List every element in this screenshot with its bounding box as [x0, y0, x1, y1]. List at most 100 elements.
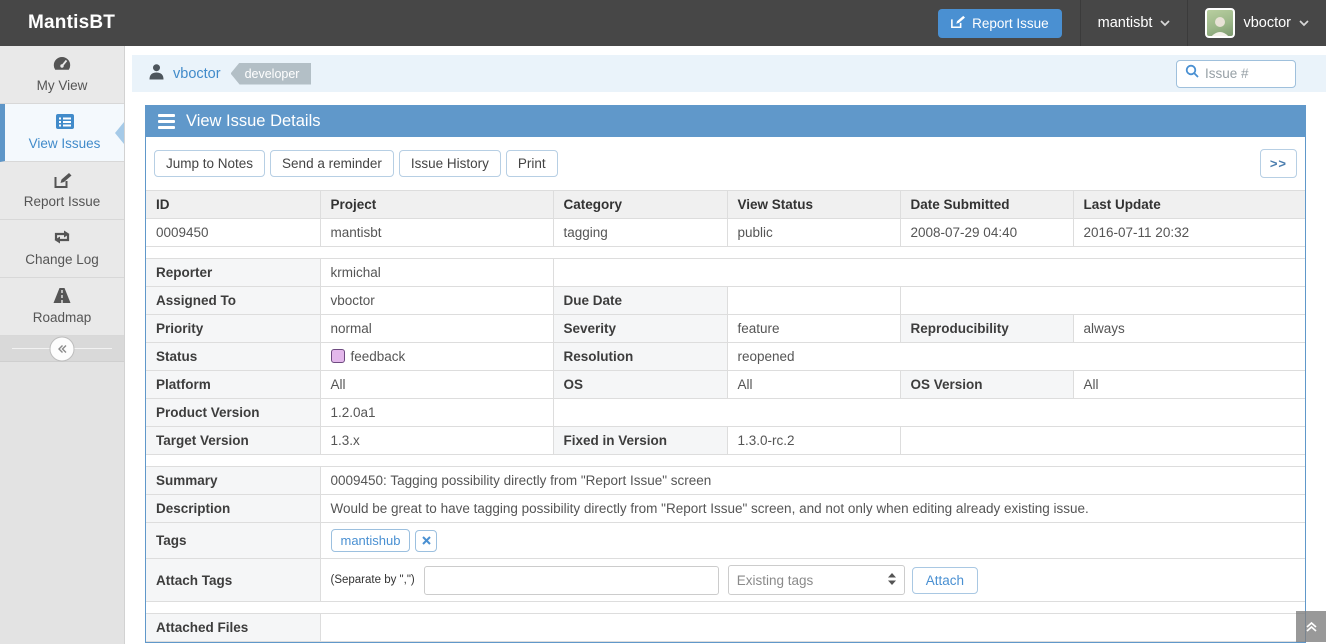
sidebar-item-view-issues[interactable]: View Issues [0, 104, 124, 162]
fixed-in-version-value: 1.3.0-rc.2 [727, 427, 900, 455]
description-label: Description [146, 495, 320, 523]
table-row: Target Version 1.3.x Fixed in Version 1.… [146, 427, 1305, 455]
table-row: Summary 0009450: Tagging possibility dir… [146, 467, 1305, 495]
panel-header: View Issue Details [146, 106, 1305, 137]
top-navbar: MantisBT Report Issue mantisbt vboctor [0, 0, 1326, 46]
sidebar-item-roadmap[interactable]: Roadmap [0, 278, 124, 336]
edit-icon [2, 171, 122, 191]
issue-category: tagging [553, 219, 727, 247]
issue-last-update: 2016-07-11 20:32 [1073, 219, 1305, 247]
edit-pencil-icon [951, 15, 965, 32]
spacer-row [146, 455, 1305, 467]
os-version-value: All [1073, 371, 1305, 399]
os-version-label: OS Version [900, 371, 1073, 399]
attach-button[interactable]: Attach [912, 567, 978, 594]
user-menu[interactable]: vboctor [1188, 0, 1326, 46]
empty-cell [553, 399, 1305, 427]
project-selector[interactable]: mantisbt [1081, 0, 1188, 46]
existing-tags-select[interactable]: Existing tags [728, 565, 905, 595]
table-row: Priority normal Severity feature Reprodu… [146, 315, 1305, 343]
sidebar-background [0, 362, 124, 644]
sidebar-item-my-view[interactable]: My View [0, 46, 124, 104]
fixed-in-version-label: Fixed in Version [553, 427, 727, 455]
sidebar-item-change-log[interactable]: Change Log [0, 220, 124, 278]
table-header-row: ID Project Category View Status Date Sub… [146, 191, 1305, 219]
app-logo[interactable]: MantisBT [0, 12, 115, 34]
resolution-label: Resolution [553, 343, 727, 371]
issue-search-input[interactable] [1205, 66, 1285, 81]
due-date-label: Due Date [553, 287, 727, 315]
tags-label: Tags [146, 523, 320, 559]
priority-label: Priority [146, 315, 320, 343]
summary-value: 0009450: Tagging possibility directly fr… [320, 467, 1305, 495]
user-avatar [1205, 8, 1235, 38]
issue-history-button[interactable]: Issue History [399, 150, 501, 177]
table-row: Tags mantishub [146, 523, 1305, 559]
status-value: feedback [320, 343, 553, 371]
spacer-row [146, 602, 1305, 614]
send-reminder-button[interactable]: Send a reminder [270, 150, 394, 177]
resolution-value: reopened [727, 343, 1305, 371]
platform-label: Platform [146, 371, 320, 399]
breadcrumb: vboctor developer [132, 55, 1326, 92]
breadcrumb-username-link[interactable]: vboctor [173, 66, 221, 82]
attach-tags-input[interactable] [424, 566, 719, 595]
target-version-label: Target Version [146, 427, 320, 455]
search-icon [1185, 64, 1199, 83]
platform-value: All [320, 371, 553, 399]
reporter-value: krmichal [320, 259, 553, 287]
issue-search[interactable] [1176, 60, 1296, 88]
report-issue-button[interactable]: Report Issue [938, 9, 1062, 38]
navbar-right: Report Issue mantisbt vboctor [938, 0, 1326, 46]
remove-tag-button[interactable] [415, 530, 437, 552]
issue-date-submitted: 2008-07-29 04:40 [900, 219, 1073, 247]
assigned-to-label: Assigned To [146, 287, 320, 315]
attach-tags-label: Attach Tags [146, 559, 320, 602]
table-row: Attach Tags (Separate by ",") Existing t… [146, 559, 1305, 602]
sidebar-collapse-button[interactable] [50, 336, 75, 361]
view-issue-panel: View Issue Details Jump to Notes Send a … [145, 105, 1306, 643]
issue-details-table: ID Project Category View Status Date Sub… [146, 190, 1305, 642]
print-button[interactable]: Print [506, 150, 558, 177]
priority-value: normal [320, 315, 553, 343]
sidebar-collapse-strip [0, 336, 124, 362]
status-label: Status [146, 343, 320, 371]
chevron-down-icon [1299, 15, 1309, 31]
expand-button[interactable]: >> [1260, 149, 1297, 178]
reporter-label: Reporter [146, 259, 320, 287]
empty-cell [553, 259, 1305, 287]
column-header: ID [146, 191, 320, 219]
spacer-row [146, 247, 1305, 259]
tag-mantishub[interactable]: mantishub [331, 529, 411, 552]
status-color-swatch [331, 349, 345, 363]
table-row: Description Would be great to have taggi… [146, 495, 1305, 523]
select-arrows-icon [888, 573, 896, 588]
severity-label: Severity [553, 315, 727, 343]
chevron-down-icon [1160, 15, 1170, 31]
column-header: Project [320, 191, 553, 219]
sidebar-item-report-issue[interactable]: Report Issue [0, 162, 124, 220]
issue-id: 0009450 [146, 219, 320, 247]
table-row: Status feedback Resolution reopened [146, 343, 1305, 371]
separator-hint: (Separate by ",") [331, 574, 415, 586]
panel-title: View Issue Details [186, 112, 321, 131]
menu-icon[interactable] [158, 114, 175, 129]
table-row: Reporter krmichal [146, 259, 1305, 287]
table-row: Product Version 1.2.0a1 [146, 399, 1305, 427]
attached-files-label: Attached Files [146, 614, 320, 642]
empty-cell [900, 427, 1305, 455]
sidebar: My View View Issues Report Issue Change … [0, 46, 125, 644]
issue-toolbar: Jump to Notes Send a reminder Issue Hist… [146, 137, 1305, 190]
table-row: Platform All OS All OS Version All [146, 371, 1305, 399]
attach-tags-cell: (Separate by ",") Existing tags Attach [320, 559, 1305, 602]
description-value: Would be great to have tagging possibili… [320, 495, 1305, 523]
role-badge: developer [231, 63, 312, 85]
table-row: Assigned To vboctor Due Date [146, 287, 1305, 315]
summary-label: Summary [146, 467, 320, 495]
scroll-to-top-button[interactable] [1296, 611, 1326, 642]
due-date-value [727, 287, 900, 315]
table-row: 0009450 mantisbt tagging public 2008-07-… [146, 219, 1305, 247]
jump-to-notes-button[interactable]: Jump to Notes [154, 150, 265, 177]
attached-files-value [320, 614, 1305, 642]
product-version-label: Product Version [146, 399, 320, 427]
